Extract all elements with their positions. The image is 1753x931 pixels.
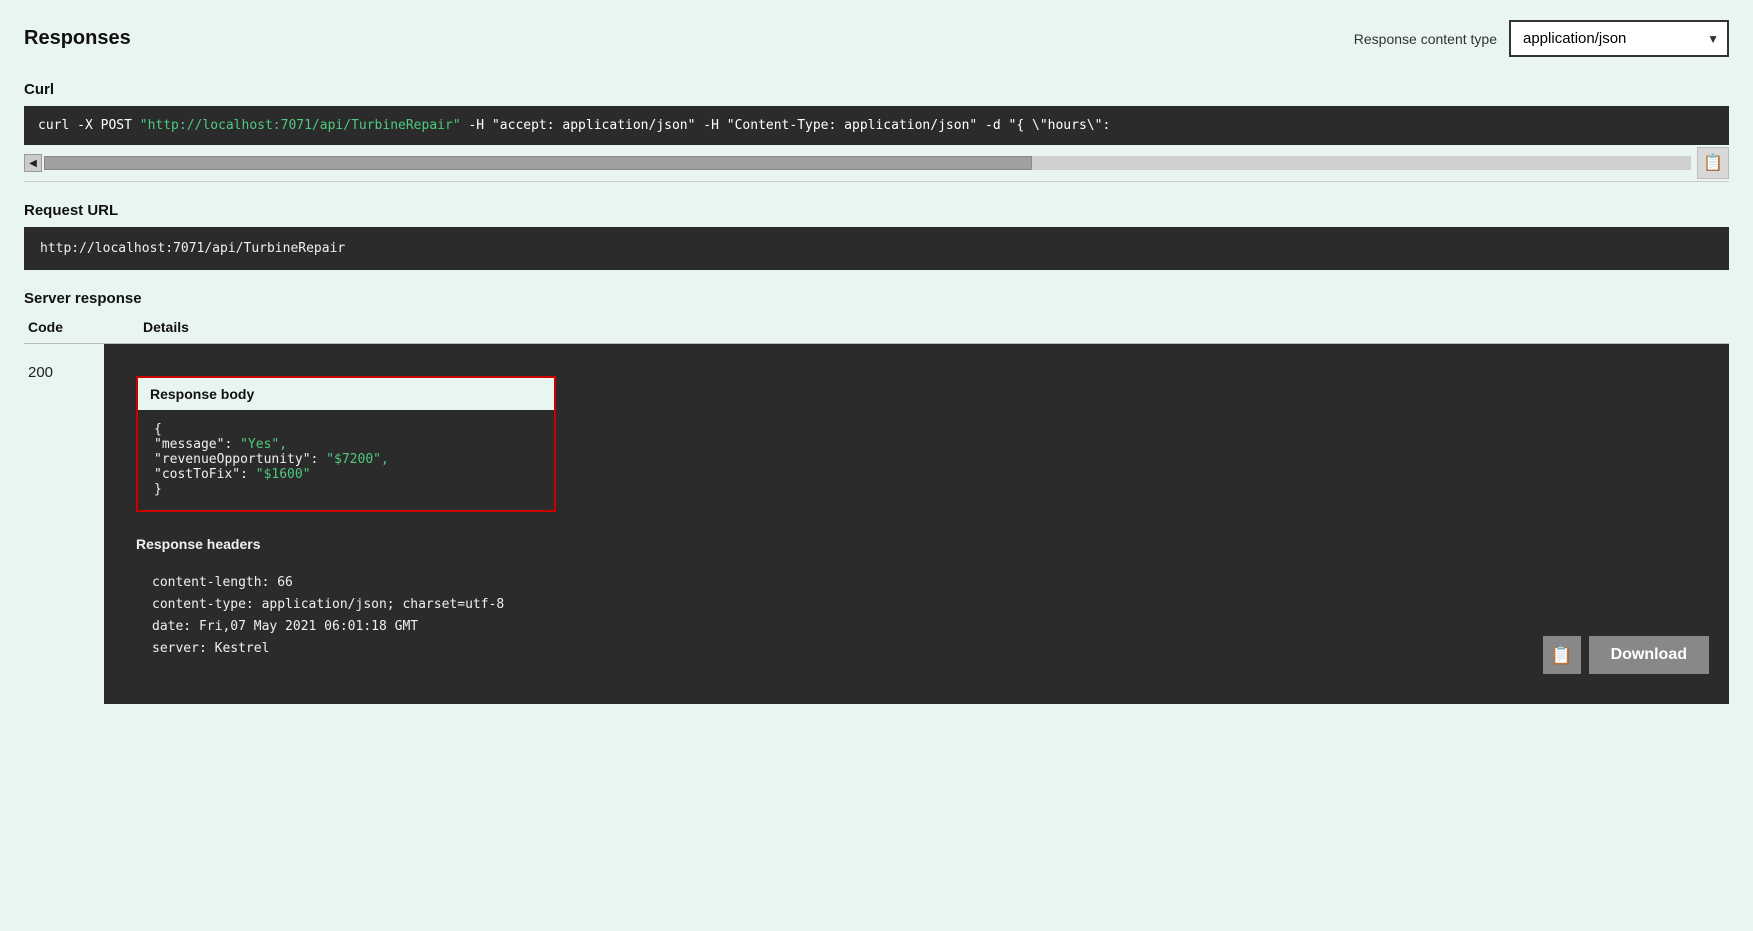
response-content-type-label: Response content type <box>1354 31 1497 47</box>
server-response-label: Server response <box>24 290 1729 307</box>
download-button[interactable]: Download <box>1589 636 1709 674</box>
json-line-3: "revenueOpportunity": "$7200", <box>154 452 538 467</box>
scroll-track[interactable] <box>44 156 1691 170</box>
response-body-code: { "message": "Yes", "revenueOpportunity"… <box>138 410 554 510</box>
response-code: 200 <box>24 344 104 401</box>
response-content-type-container: Response content type application/json <box>1354 20 1729 57</box>
request-url-label: Request URL <box>24 202 1729 219</box>
header-content-length: content-length: 66 <box>152 572 1681 594</box>
request-url-value: http://localhost:7071/api/TurbineRepair <box>24 227 1729 270</box>
curl-scrollbar-row: ◀ 📋 <box>24 145 1729 182</box>
request-url-section: Request URL http://localhost:7071/api/Tu… <box>24 202 1729 270</box>
curl-command-white: curl -X POST <box>38 118 140 133</box>
response-headers-title: Response headers <box>136 528 1697 552</box>
response-headers-box: content-length: 66 content-type: applica… <box>136 560 1697 672</box>
json-line-4: "costToFix": "$1600" <box>154 467 538 482</box>
server-response-section: Server response Code Details 200 Respons… <box>24 290 1729 704</box>
json-line-1: { <box>154 422 538 437</box>
scroll-left-button[interactable]: ◀ <box>24 154 42 172</box>
curl-copy-icon[interactable]: 📋 <box>1697 147 1729 179</box>
response-headers-section: Response headers content-length: 66 cont… <box>120 528 1713 688</box>
response-row: 200 Response body { "message": "Yes", "r… <box>24 344 1729 704</box>
action-buttons: 📋 Download <box>1543 636 1709 674</box>
json-line-5: } <box>154 482 538 497</box>
curl-command-rest: -H "accept: application/json" -H "Conten… <box>461 118 1111 133</box>
header-content-type: content-type: application/json; charset=… <box>152 594 1681 616</box>
details-header: Details <box>143 319 189 335</box>
scroll-thumb <box>44 156 1032 170</box>
response-content-type-wrapper[interactable]: application/json <box>1509 20 1729 57</box>
response-body-title: Response body <box>138 378 554 410</box>
curl-box: curl -X POST "http://localhost:7071/api/… <box>24 106 1729 145</box>
curl-label: Curl <box>24 81 1729 98</box>
code-details-header: Code Details <box>24 319 1729 335</box>
responses-title: Responses <box>24 27 131 50</box>
response-body-box: Response body { "message": "Yes", "reven… <box>136 376 556 512</box>
json-line-2: "message": "Yes", <box>154 437 538 452</box>
curl-command-url: "http://localhost:7071/api/TurbineRepair… <box>140 118 461 133</box>
response-details-area: Response body { "message": "Yes", "reven… <box>104 344 1729 704</box>
header-row: Responses Response content type applicat… <box>24 20 1729 57</box>
response-content-type-select[interactable]: application/json <box>1509 20 1729 57</box>
copy-response-button[interactable]: 📋 <box>1543 636 1581 674</box>
header-date: date: Fri,07 May 2021 06:01:18 GMT <box>152 616 1681 638</box>
main-container: Responses Response content type applicat… <box>0 0 1753 744</box>
header-server: server: Kestrel <box>152 638 1681 660</box>
code-header: Code <box>28 319 63 335</box>
curl-section: Curl curl -X POST "http://localhost:7071… <box>24 81 1729 182</box>
